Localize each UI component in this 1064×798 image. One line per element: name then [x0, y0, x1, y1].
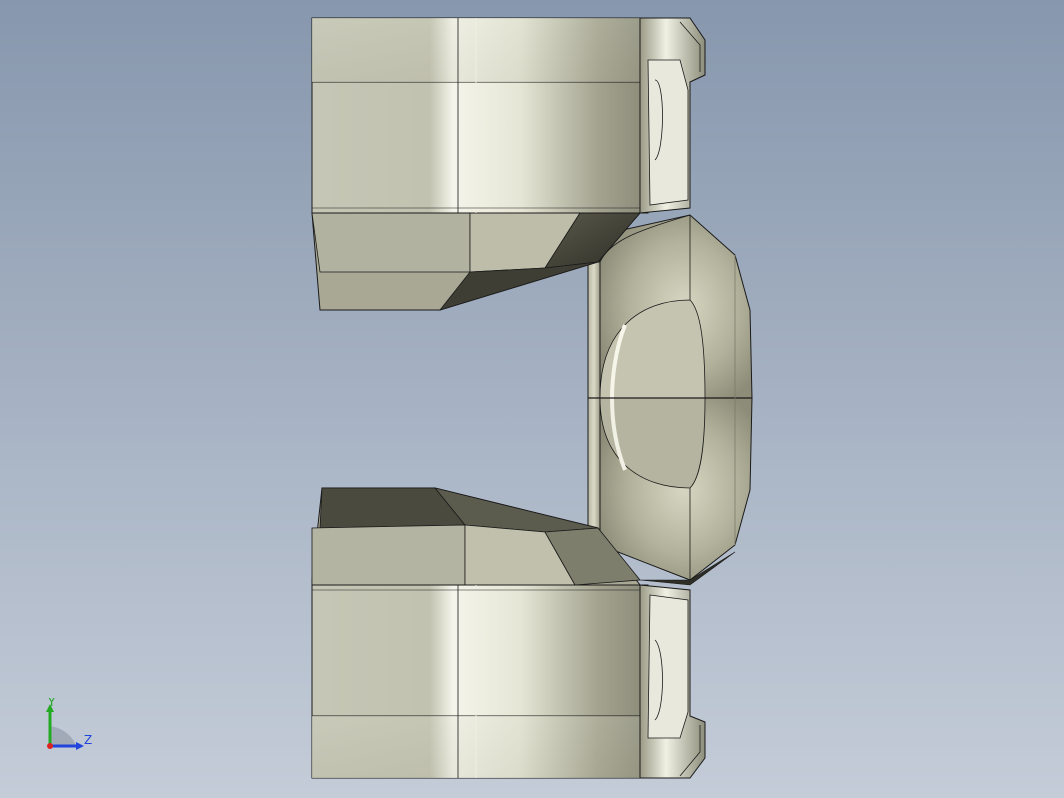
x-axis-dot-icon — [47, 743, 53, 749]
triad-plane-icon — [50, 726, 76, 746]
center-web[interactable] — [587, 214, 753, 581]
3d-model-yoke[interactable] — [0, 0, 1064, 798]
z-axis-label: Z — [84, 733, 92, 747]
graphics-viewport[interactable]: Y Z — [0, 0, 1064, 798]
y-axis-label: Y — [47, 698, 56, 709]
orientation-triad: Y Z — [46, 698, 92, 750]
